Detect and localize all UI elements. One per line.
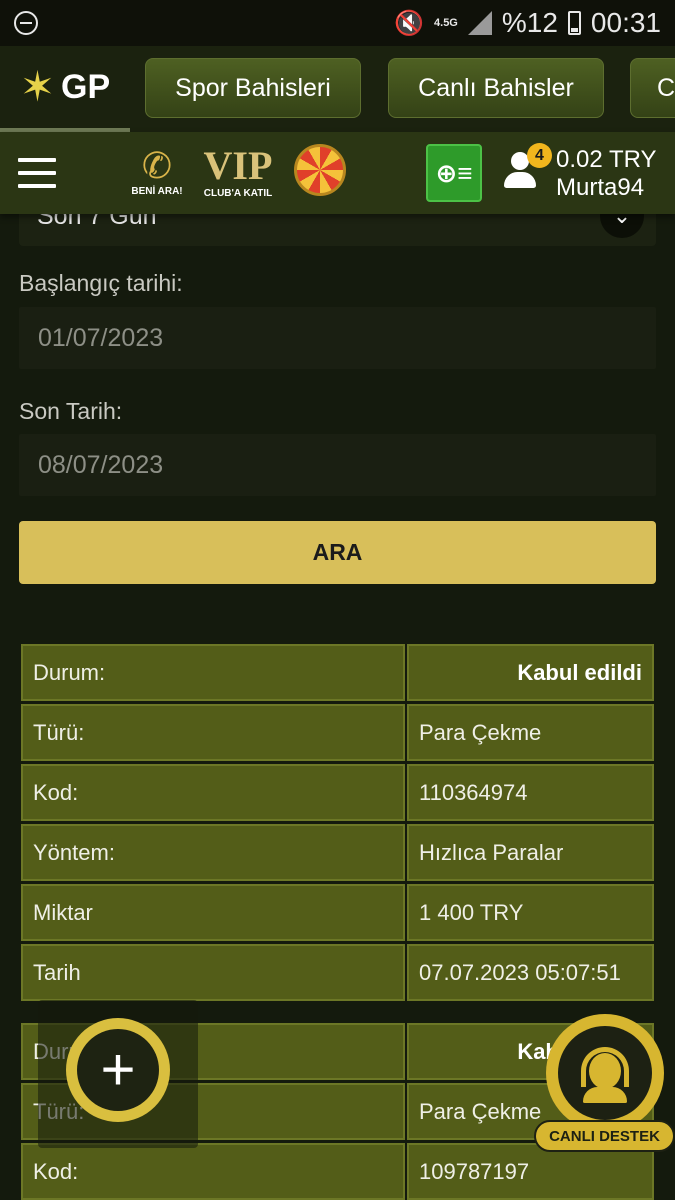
live-support-button[interactable]: CANLI DESTEK — [534, 1014, 675, 1152]
start-date-label: Başlangıç tarihi: — [19, 270, 183, 296]
table-row: Miktar 1 400 TRY — [21, 884, 654, 941]
tab-canli-bahisler[interactable]: Canlı Bahisler — [388, 58, 604, 118]
type-label: Türü: — [21, 704, 405, 761]
mute-icon: 🔇 — [394, 9, 425, 37]
status-bar: 🔇 4.5G %12 00:31 — [0, 0, 675, 46]
support-agent-icon — [546, 1014, 664, 1132]
period-select-value: Son 7 Gün — [37, 214, 157, 230]
chevron-down-icon[interactable]: ⌄ — [600, 214, 644, 238]
star-icon: ✶ — [19, 63, 56, 110]
call-me-caption: BENİ ARA! — [131, 186, 183, 197]
vip-club-button[interactable]: VIP CLUB'A KATIL — [198, 144, 278, 208]
vip-text: VIP — [203, 143, 273, 188]
date-value: 07.07.2023 05:07:51 — [407, 944, 654, 1001]
battery-percent: %12 — [501, 7, 558, 38]
table-row: Yöntem: Hızlıca Paralar — [21, 824, 654, 881]
account-balance[interactable]: 0.02 TRY — [556, 146, 657, 174]
amount-value: 1 400 TRY — [407, 884, 654, 941]
menu-icon[interactable] — [18, 158, 56, 188]
add-button[interactable]: + — [66, 1018, 170, 1122]
table-row: Kod: 110364974 — [21, 764, 654, 821]
status-value: Kabul edildi — [407, 644, 654, 701]
call-me-button[interactable]: ✆ BENİ ARA! — [128, 146, 186, 208]
code-value: 110364974 — [407, 764, 654, 821]
code-label: Kod: — [21, 1143, 405, 1200]
method-value: Hızlıca Paralar — [407, 824, 654, 881]
amount-label: Miktar — [21, 884, 405, 941]
period-select[interactable]: Son 7 Gün ⌄ — [19, 214, 656, 246]
network-type: 4.5G — [434, 16, 458, 29]
tab-spor-bahisleri[interactable]: Spor Bahisleri — [145, 58, 361, 118]
signal-icon — [467, 11, 492, 35]
table-row: Tarih 07.07.2023 05:07:51 — [21, 944, 654, 1001]
do-not-disturb-icon — [14, 11, 38, 35]
vip-caption: CLUB'A KATIL — [203, 188, 273, 199]
start-date-field[interactable] — [19, 307, 656, 369]
notification-badge[interactable]: 4 — [527, 143, 552, 168]
clock: 00:31 — [590, 7, 661, 38]
type-value: Para Çekme — [407, 704, 654, 761]
search-button[interactable]: ARA — [19, 521, 656, 584]
site-logo[interactable]: ✶ GP — [0, 46, 130, 132]
end-date-field[interactable] — [19, 434, 656, 496]
plus-icon: + — [77, 1029, 159, 1111]
tab-partial[interactable]: C — [630, 58, 675, 118]
table-row: Türü: Para Çekme — [21, 704, 654, 761]
live-support-caption: CANLI DESTEK — [534, 1120, 675, 1152]
end-date-label: Son Tarih: — [19, 398, 123, 424]
battery-icon — [567, 11, 581, 35]
method-label: Yöntem: — [21, 824, 405, 881]
app-header: ✆ BENİ ARA! VIP CLUB'A KATIL ⊕≡ 4 0.02 T… — [0, 132, 675, 214]
fortune-wheel-icon[interactable] — [294, 144, 346, 196]
logo-text: GP — [61, 67, 111, 106]
code-label: Kod: — [21, 764, 405, 821]
table-row: Durum: Kabul edildi — [21, 644, 654, 701]
account-username[interactable]: Murta94 — [556, 174, 644, 202]
coins-plus-icon: ⊕≡ — [435, 157, 473, 188]
phone-icon: ✆ — [141, 145, 173, 186]
top-nav: ✶ GP Spor Bahisleri Canlı Bahisler C — [0, 46, 675, 132]
deposit-button[interactable]: ⊕≡ — [426, 144, 482, 202]
status-label: Durum: — [21, 644, 405, 701]
date-label: Tarih — [21, 944, 405, 1001]
